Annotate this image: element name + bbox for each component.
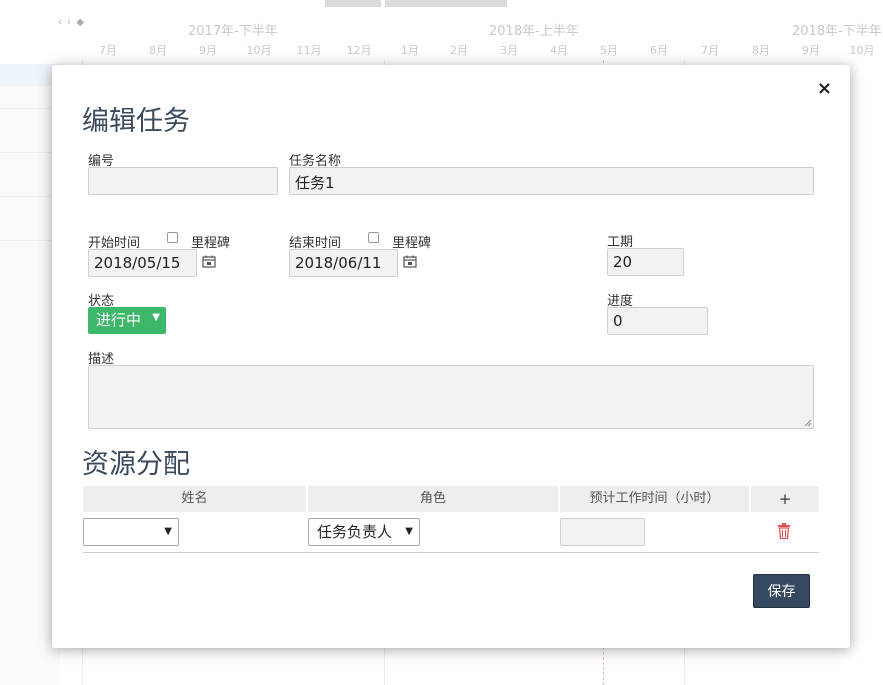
- resource-role-select[interactable]: 任务负责人 ▼: [308, 518, 420, 546]
- month-label: 7月: [99, 44, 117, 57]
- calendar-icon[interactable]: [202, 255, 216, 268]
- add-resource-button[interactable]: +: [751, 486, 819, 512]
- month-label: 9月: [802, 44, 820, 57]
- gantt-nav-icons[interactable]: ‹ › ◆: [58, 17, 85, 28]
- start-milestone-checkbox[interactable]: [167, 232, 178, 243]
- description-textarea[interactable]: [88, 365, 814, 429]
- top-bar-segment: [325, 0, 381, 7]
- code-input[interactable]: [88, 167, 278, 195]
- month-label: 10月: [849, 44, 875, 57]
- resources-title: 资源分配: [82, 449, 190, 480]
- month-label: 10月: [246, 44, 272, 57]
- period-label-2018h2: 2018年-下半年: [792, 24, 882, 39]
- month-label: 9月: [199, 44, 217, 57]
- progress-input[interactable]: 0: [607, 307, 708, 335]
- month-label: 12月: [346, 44, 372, 57]
- task-name-input[interactable]: 任务1: [289, 167, 814, 195]
- col-header-role: 角色: [308, 486, 558, 512]
- trash-icon[interactable]: [777, 523, 791, 539]
- month-label: 3月: [500, 44, 518, 57]
- top-bar-segment: [385, 0, 507, 7]
- gantt-row-line: [0, 240, 52, 241]
- caret-down-icon: ▼: [405, 526, 413, 537]
- caret-down-icon: ▼: [152, 312, 160, 323]
- gantt-row-line: [0, 152, 52, 153]
- month-label: 11月: [296, 44, 322, 57]
- month-label: 7月: [701, 44, 719, 57]
- resize-handle-icon[interactable]: [804, 419, 812, 427]
- col-header-hours: 预计工作时间（小时）: [560, 486, 749, 512]
- resource-role-value: 任务负责人: [317, 523, 393, 541]
- month-label: 8月: [752, 44, 770, 57]
- month-label: 4月: [550, 44, 568, 57]
- gantt-row-line: [0, 108, 52, 109]
- save-button[interactable]: 保存: [753, 574, 810, 608]
- period-label-2017h2: 2017年-下半年: [188, 24, 278, 39]
- gantt-task-list: [0, 64, 60, 685]
- close-button[interactable]: ×: [817, 79, 832, 99]
- month-label: 1月: [401, 44, 419, 57]
- edit-task-dialog: × 编辑任务 编号 任务名称 任务1 开始时间 里程碑 2018/05/15 结…: [52, 65, 850, 648]
- gantt-row-line: [0, 196, 52, 197]
- selected-task-row[interactable]: [0, 64, 60, 86]
- calendar-icon[interactable]: [403, 255, 417, 268]
- month-label: 8月: [149, 44, 167, 57]
- end-date-input[interactable]: 2018/06/11: [289, 249, 398, 277]
- start-milestone-label: 里程碑: [191, 236, 231, 251]
- month-label: 5月: [600, 44, 618, 57]
- table-row-divider: [83, 552, 819, 553]
- end-milestone-label: 里程碑: [392, 236, 432, 251]
- month-label: 6月: [650, 44, 668, 57]
- month-label: 2月: [450, 44, 468, 57]
- dialog-title: 编辑任务: [82, 106, 190, 137]
- period-label-2018h1: 2018年-上半年: [489, 24, 579, 39]
- caret-down-icon: ▼: [164, 526, 172, 537]
- start-date-input[interactable]: 2018/05/15: [88, 249, 197, 277]
- duration-input[interactable]: 20: [607, 248, 684, 276]
- status-select[interactable]: 进行中 ▼: [88, 307, 166, 334]
- status-value: 进行中: [96, 311, 142, 329]
- resource-name-select[interactable]: ▼: [83, 518, 179, 546]
- end-milestone-checkbox[interactable]: [368, 232, 379, 243]
- col-header-name: 姓名: [83, 486, 306, 512]
- resource-hours-input[interactable]: [560, 518, 645, 546]
